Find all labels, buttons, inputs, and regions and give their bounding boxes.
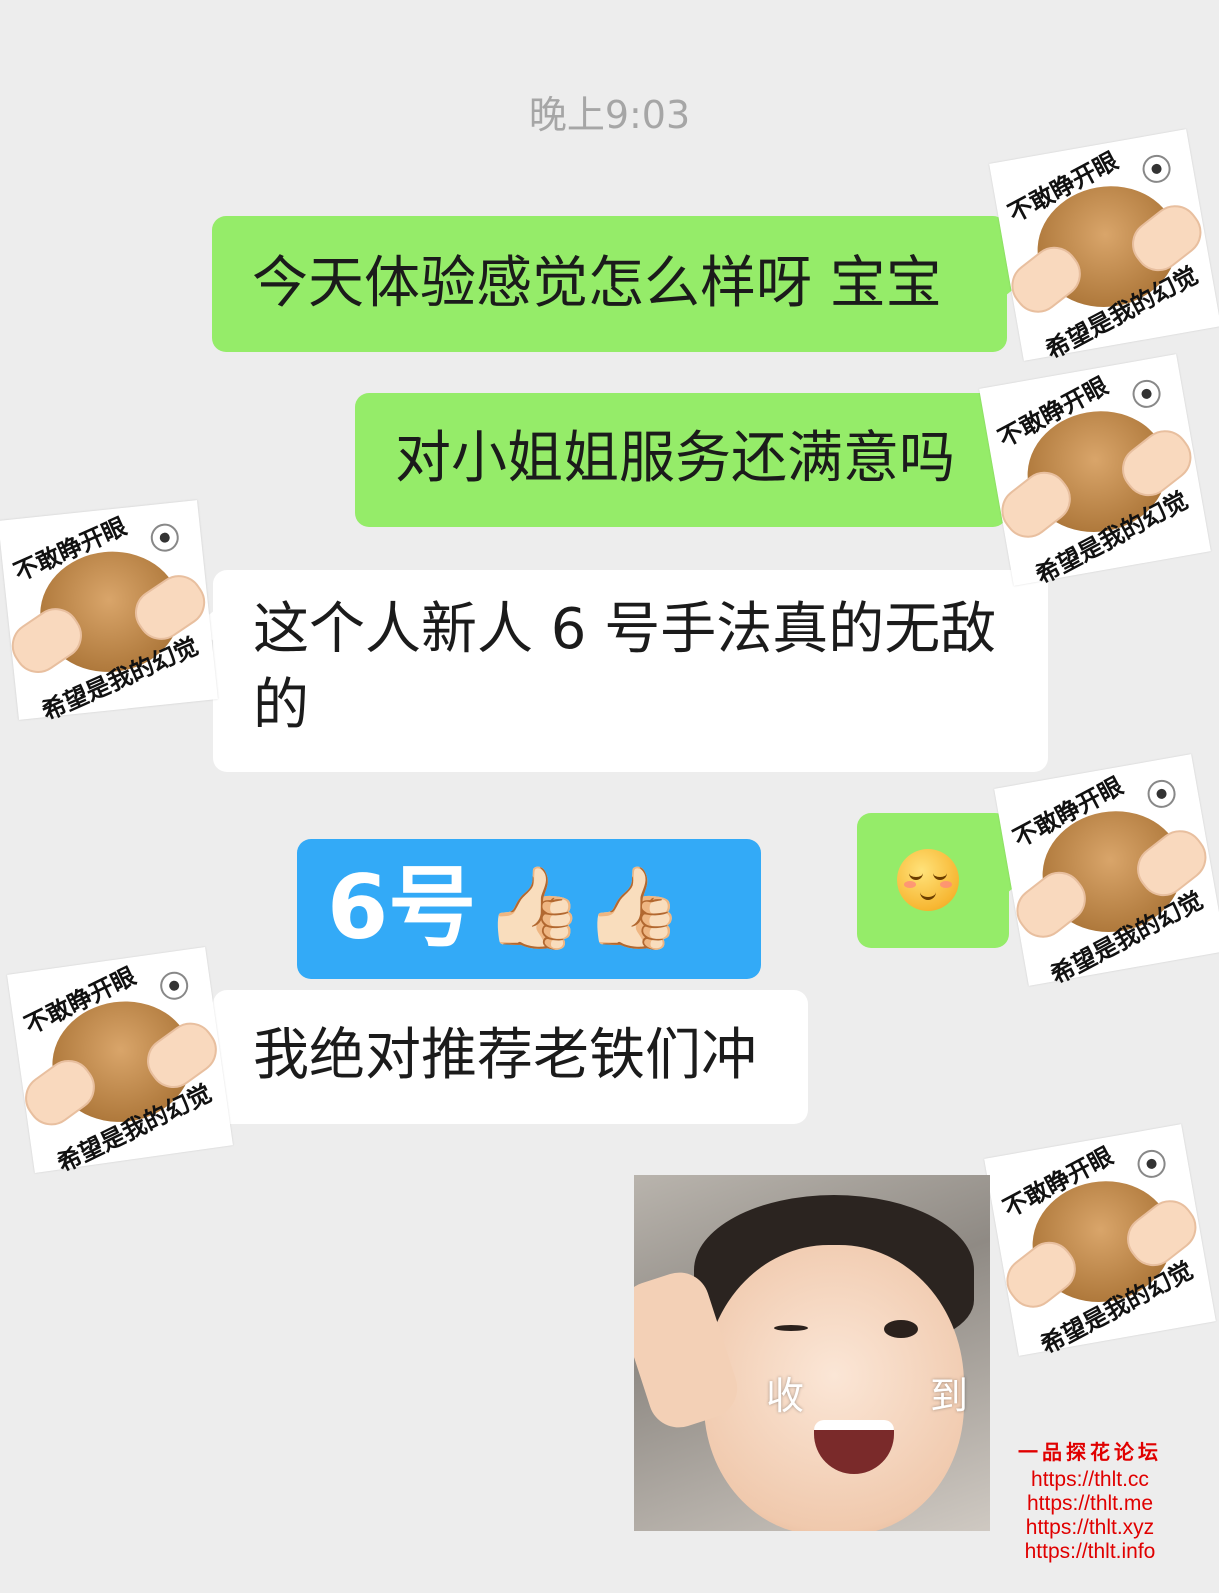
watermark-url: https://thlt.info [1024, 1540, 1156, 1563]
watermark-url: https://thlt.cc [1031, 1468, 1149, 1491]
cover-eyes-sticker: 不敢睁开眼 希望是我的幻觉 [994, 754, 1219, 990]
message-bubble-incoming[interactable]: 这个人新人 6 号手法真的无敌的 [195, 570, 1048, 772]
watermark-title: 一品探花论坛 [1018, 1440, 1162, 1464]
peeking-eye-icon [1140, 152, 1173, 186]
message-bubble-outgoing[interactable]: 今天体验感觉怎么样呀 宝宝 [212, 216, 1025, 352]
peeking-eye-icon [149, 522, 181, 554]
banner-text: 6号 [327, 856, 477, 959]
peeking-eye-icon [1135, 1147, 1168, 1181]
peeking-eye-icon [158, 969, 191, 1002]
chat-timestamp: 晚上9:03 [528, 93, 691, 137]
photo-caption: 收 [766, 1374, 805, 1418]
message-text: 这个人新人 6 号手法真的无敌的 [253, 597, 997, 738]
image-message-salute-kid[interactable]: 收 到 [634, 1175, 990, 1531]
photo-caption: 到 [930, 1374, 969, 1418]
cover-eyes-sticker: 不敢睁开眼 希望是我的幻觉 [979, 354, 1211, 590]
thumbs-up-icon: 👍🏻👍🏻 [484, 861, 684, 954]
message-text: 我绝对推荐老铁们冲 [253, 1023, 757, 1088]
highlight-banner: 6号 👍🏻👍🏻 [297, 839, 761, 979]
cover-eyes-sticker: 不敢睁开眼 希望是我的幻觉 [984, 1124, 1216, 1360]
watermark: 一品探花论坛 https://thlt.cc https://thlt.me h… [995, 1440, 1185, 1564]
message-text: 今天体验感觉怎么样呀 宝宝 [252, 251, 942, 316]
watermark-url: https://thlt.xyz [1025, 1516, 1155, 1539]
shy-smile-emoji-icon [897, 849, 959, 911]
message-bubble-incoming[interactable]: 我绝对推荐老铁们冲 [195, 990, 808, 1124]
peeking-eye-icon [1130, 377, 1163, 411]
message-bubble-outgoing[interactable]: 对小姐姐服务还满意吗 [355, 393, 1025, 527]
cover-eyes-sticker: 不敢睁开眼 希望是我的幻觉 [989, 129, 1219, 365]
cover-eyes-sticker: 不敢睁开眼 希望是我的幻觉 [0, 500, 218, 726]
cover-eyes-sticker: 不敢睁开眼 希望是我的幻觉 [7, 947, 233, 1178]
watermark-url: https://thlt.me [1026, 1492, 1154, 1515]
peeking-eye-icon [1145, 777, 1178, 811]
message-bubble-emoji[interactable] [857, 813, 1027, 948]
message-text: 对小姐姐服务还满意吗 [395, 426, 955, 491]
